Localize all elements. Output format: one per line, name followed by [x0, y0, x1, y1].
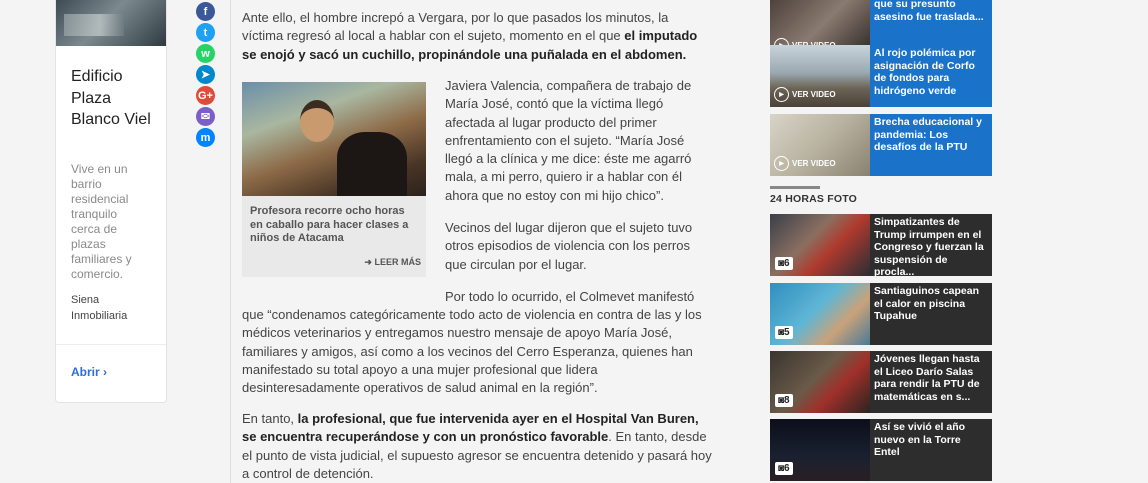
photo-count-badge: ◙8: [775, 394, 793, 407]
read-more-label: LEER MÁS: [374, 257, 421, 267]
video-thumbnail[interactable]: ▶VER VIDEO: [770, 45, 870, 107]
photo-gallery-card[interactable]: ◙5 Santiaguinos capean el calor en piscin…: [770, 283, 992, 345]
email-icon[interactable]: ✉: [196, 107, 215, 126]
video-card[interactable]: ▶ VER VIDEO Brecha educacional y pandemia:…: [770, 114, 992, 176]
arrow-right-icon: ➜: [364, 257, 372, 267]
paragraph-5-text-a: En tanto,: [242, 411, 298, 426]
photo-gallery-title[interactable]: Jóvenes llegan hasta el Liceo Darío Sala…: [874, 353, 988, 403]
ad-brand: Siena Inmobiliaria: [71, 294, 128, 322]
photo-thumbnail[interactable]: ◙5: [770, 283, 870, 345]
article-paragraph-4-lead: Por todo lo ocurrido, el Colmevet manife…: [445, 289, 695, 304]
photo-gallery-card[interactable]: ◙8 Jóvenes llegan hasta el Liceo Darío Sa…: [770, 351, 992, 413]
video-title[interactable]: Brecha educacional y pandemia: Los desaf…: [874, 116, 986, 154]
play-icon: ▶: [774, 87, 789, 102]
ad-image[interactable]: [56, 0, 166, 46]
photo-count-badge: ◙5: [775, 326, 793, 339]
video-thumbnail[interactable]: ▶VER VIDEO: [770, 114, 870, 176]
article-paragraph-5: En tanto, la profesional, que fue interv…: [242, 410, 712, 483]
article-paragraph-2: Javiera Valencia, compañera de trabajo d…: [445, 78, 692, 203]
ad-card[interactable]: Edificio Plaza Blanco Viel Vive en un ba…: [55, 0, 167, 403]
photo-gallery-title[interactable]: Simpatizantes de Trump irrumpen en el Co…: [874, 216, 988, 279]
photo-thumbnail[interactable]: ◙6: [770, 419, 870, 481]
paragraph-1-text: Ante ello, el hombre increpó a Vergara, …: [242, 10, 669, 44]
photo-count: 6: [784, 463, 790, 474]
article-paragraph-3: Vecinos del lugar dijeron que el sujeto …: [445, 220, 693, 272]
google-plus-icon[interactable]: G+: [196, 86, 215, 105]
video-card[interactable]: ▶ VER VIDEO Al rojo polémica por asignació…: [770, 45, 992, 107]
telegram-icon[interactable]: ➤: [196, 65, 215, 84]
video-title[interactable]: Al rojo polémica por asignación de Corfo…: [874, 47, 986, 97]
photo-count: 6: [784, 258, 790, 269]
section-accent-bar: [770, 186, 820, 189]
photo-count-badge: ◙6: [775, 462, 793, 475]
twitter-icon[interactable]: t: [196, 23, 215, 42]
read-more-link[interactable]: ➜ LEER MÁS: [364, 257, 421, 268]
video-badge: ▶VER VIDEO: [774, 87, 836, 102]
ad-open-label: Abrir: [71, 365, 100, 379]
photo-thumbnail[interactable]: ◙6: [770, 214, 870, 276]
ad-title[interactable]: Edificio Plaza Blanco Viel: [71, 66, 161, 131]
ad-open-link[interactable]: Abrir ›: [71, 365, 107, 379]
share-bar: f t w ➤ G+ ✉ m: [196, 2, 216, 149]
photo-gallery-card[interactable]: ◙6 Simpatizantes de Trump irrumpen en el …: [770, 214, 992, 279]
photo-count-badge: ◙6: [775, 257, 793, 270]
column-divider: [230, 0, 231, 483]
photo-count: 8: [784, 395, 790, 406]
video-badge-label: VER VIDEO: [792, 90, 836, 99]
video-title[interactable]: que su presunto asesino fue traslada...: [874, 0, 986, 23]
article-paragraph-1: Ante ello, el hombre increpó a Vergara, …: [242, 9, 712, 64]
related-article-image[interactable]: [242, 82, 426, 196]
photo-gallery-title[interactable]: Así se vivió el año nuevo en la Torre En…: [874, 421, 988, 459]
chevron-right-icon: ›: [103, 365, 108, 379]
messenger-icon[interactable]: m: [196, 128, 215, 147]
photo-thumbnail[interactable]: ◙8: [770, 351, 870, 413]
photo-gallery-card[interactable]: ◙6 Así se vivió el año nuevo en la Torre …: [770, 419, 992, 481]
section-title-24-horas-foto: 24 HORAS FOTO: [770, 193, 858, 205]
article-paragraph-4: que “condenamos categóricamente todo act…: [242, 307, 702, 396]
facebook-icon[interactable]: f: [196, 2, 215, 21]
play-icon: ▶: [774, 156, 789, 171]
ad-divider: [56, 344, 166, 345]
whatsapp-icon[interactable]: w: [196, 44, 215, 63]
related-article-card[interactable]: Profesora recorre ocho horas en caballo …: [242, 82, 426, 277]
video-badge: ▶VER VIDEO: [774, 156, 836, 171]
video-badge-label: VER VIDEO: [792, 159, 836, 168]
photo-count: 5: [784, 327, 790, 338]
related-article-caption[interactable]: Profesora recorre ocho horas en caballo …: [250, 205, 420, 246]
ad-description: Vive en un barrio residencial tranquilo …: [71, 162, 132, 281]
photo-gallery-title[interactable]: Santiaguinos capean el calor en piscina …: [874, 285, 988, 323]
